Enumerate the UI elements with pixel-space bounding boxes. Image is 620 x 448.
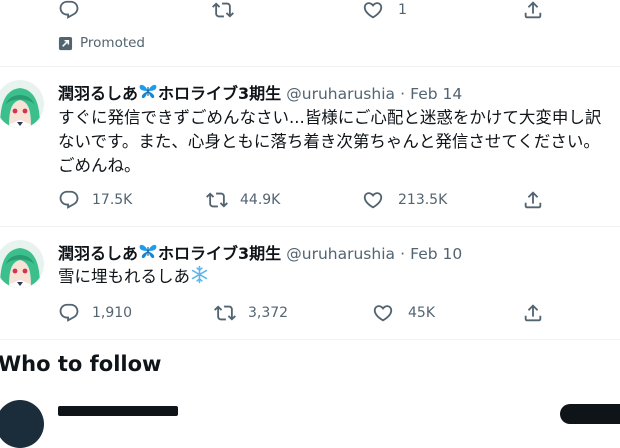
tweet-header: 潤羽るしあ ホロライブ3期生 @uruharushia · Feb 10 — [58, 240, 462, 264]
avatar[interactable] — [0, 400, 44, 448]
separator: · — [400, 85, 406, 103]
divider — [0, 226, 620, 227]
author-name-suffix[interactable]: ホロライブ3期生 — [158, 84, 281, 103]
retweet-icon — [214, 302, 236, 324]
retweet-button[interactable]: 44.9K — [206, 189, 280, 211]
reply-icon — [58, 0, 80, 21]
share-icon — [522, 302, 544, 324]
tweet-text-line: ないです。また、心身ともに落ち着き次第ちゃんと発信させてください。 — [58, 132, 600, 151]
like-icon — [362, 189, 384, 211]
tweet-date[interactable]: Feb 10 — [410, 245, 462, 263]
separator: · — [400, 245, 406, 263]
author-name[interactable]: 潤羽るしあ — [58, 84, 138, 103]
tweet-text-line: ごめんね。 — [58, 156, 141, 175]
who-to-follow-title: Who to follow — [0, 352, 162, 376]
reply-button[interactable]: 1,910 — [58, 302, 132, 324]
like-button[interactable]: 45K — [372, 302, 435, 324]
tweet-header: 潤羽るしあ ホロライブ3期生 @uruharushia · Feb 14 — [58, 80, 462, 104]
tweet-text-line: すぐに発信できずごめんなさい...皆様にご心配と迷惑をかけて大変申し訳 — [58, 108, 602, 127]
tweet-text: 雪に埋もれるしあ — [58, 265, 209, 288]
like-count: 45K — [408, 305, 435, 321]
retweet-count: 3,372 — [248, 305, 289, 321]
follow-button[interactable] — [560, 404, 620, 424]
avatar[interactable] — [0, 80, 44, 128]
author-name[interactable]: 潤羽るしあ — [58, 244, 138, 263]
like-count: 213.5K — [398, 192, 448, 208]
retweet-button[interactable]: 3,372 — [214, 302, 288, 324]
retweet-icon — [206, 189, 228, 211]
share-icon — [522, 0, 544, 21]
share-button[interactable] — [522, 302, 544, 324]
retweet-button[interactable] — [212, 0, 234, 21]
promoted-icon — [58, 36, 73, 50]
author-handle[interactable]: @uruharushia — [286, 85, 395, 103]
divider — [0, 66, 620, 67]
divider — [0, 339, 620, 340]
retweet-count: 44.9K — [240, 192, 281, 208]
reply-button[interactable]: 17.5K — [58, 189, 132, 211]
like-button[interactable]: 1 — [362, 0, 407, 21]
author-name-suffix[interactable]: ホロライブ3期生 — [158, 244, 281, 263]
reply-count: 1,910 — [92, 305, 133, 321]
like-button[interactable]: 213.5K — [362, 189, 447, 211]
share-button[interactable] — [522, 189, 544, 211]
reply-button[interactable] — [58, 0, 80, 21]
snowflake-icon — [190, 265, 209, 284]
retweet-icon — [212, 0, 234, 21]
promoted-indicator[interactable]: Promoted — [58, 35, 145, 51]
reply-icon — [58, 302, 80, 324]
reply-icon — [58, 189, 80, 211]
tweet-date[interactable]: Feb 14 — [410, 85, 462, 103]
like-count: 1 — [398, 2, 407, 18]
butterfly-icon — [138, 241, 158, 261]
author-handle[interactable]: @uruharushia — [286, 245, 395, 263]
share-icon — [522, 189, 544, 211]
promoted-label: Promoted — [80, 35, 145, 51]
avatar[interactable] — [0, 240, 44, 288]
share-button[interactable] — [522, 0, 544, 21]
reply-count: 17.5K — [92, 192, 133, 208]
like-icon — [372, 302, 394, 324]
suggested-account-name[interactable] — [58, 406, 178, 416]
tweet-text-line: 雪に埋もれるしあ — [58, 267, 190, 286]
like-icon — [362, 0, 384, 21]
butterfly-icon — [138, 81, 158, 101]
